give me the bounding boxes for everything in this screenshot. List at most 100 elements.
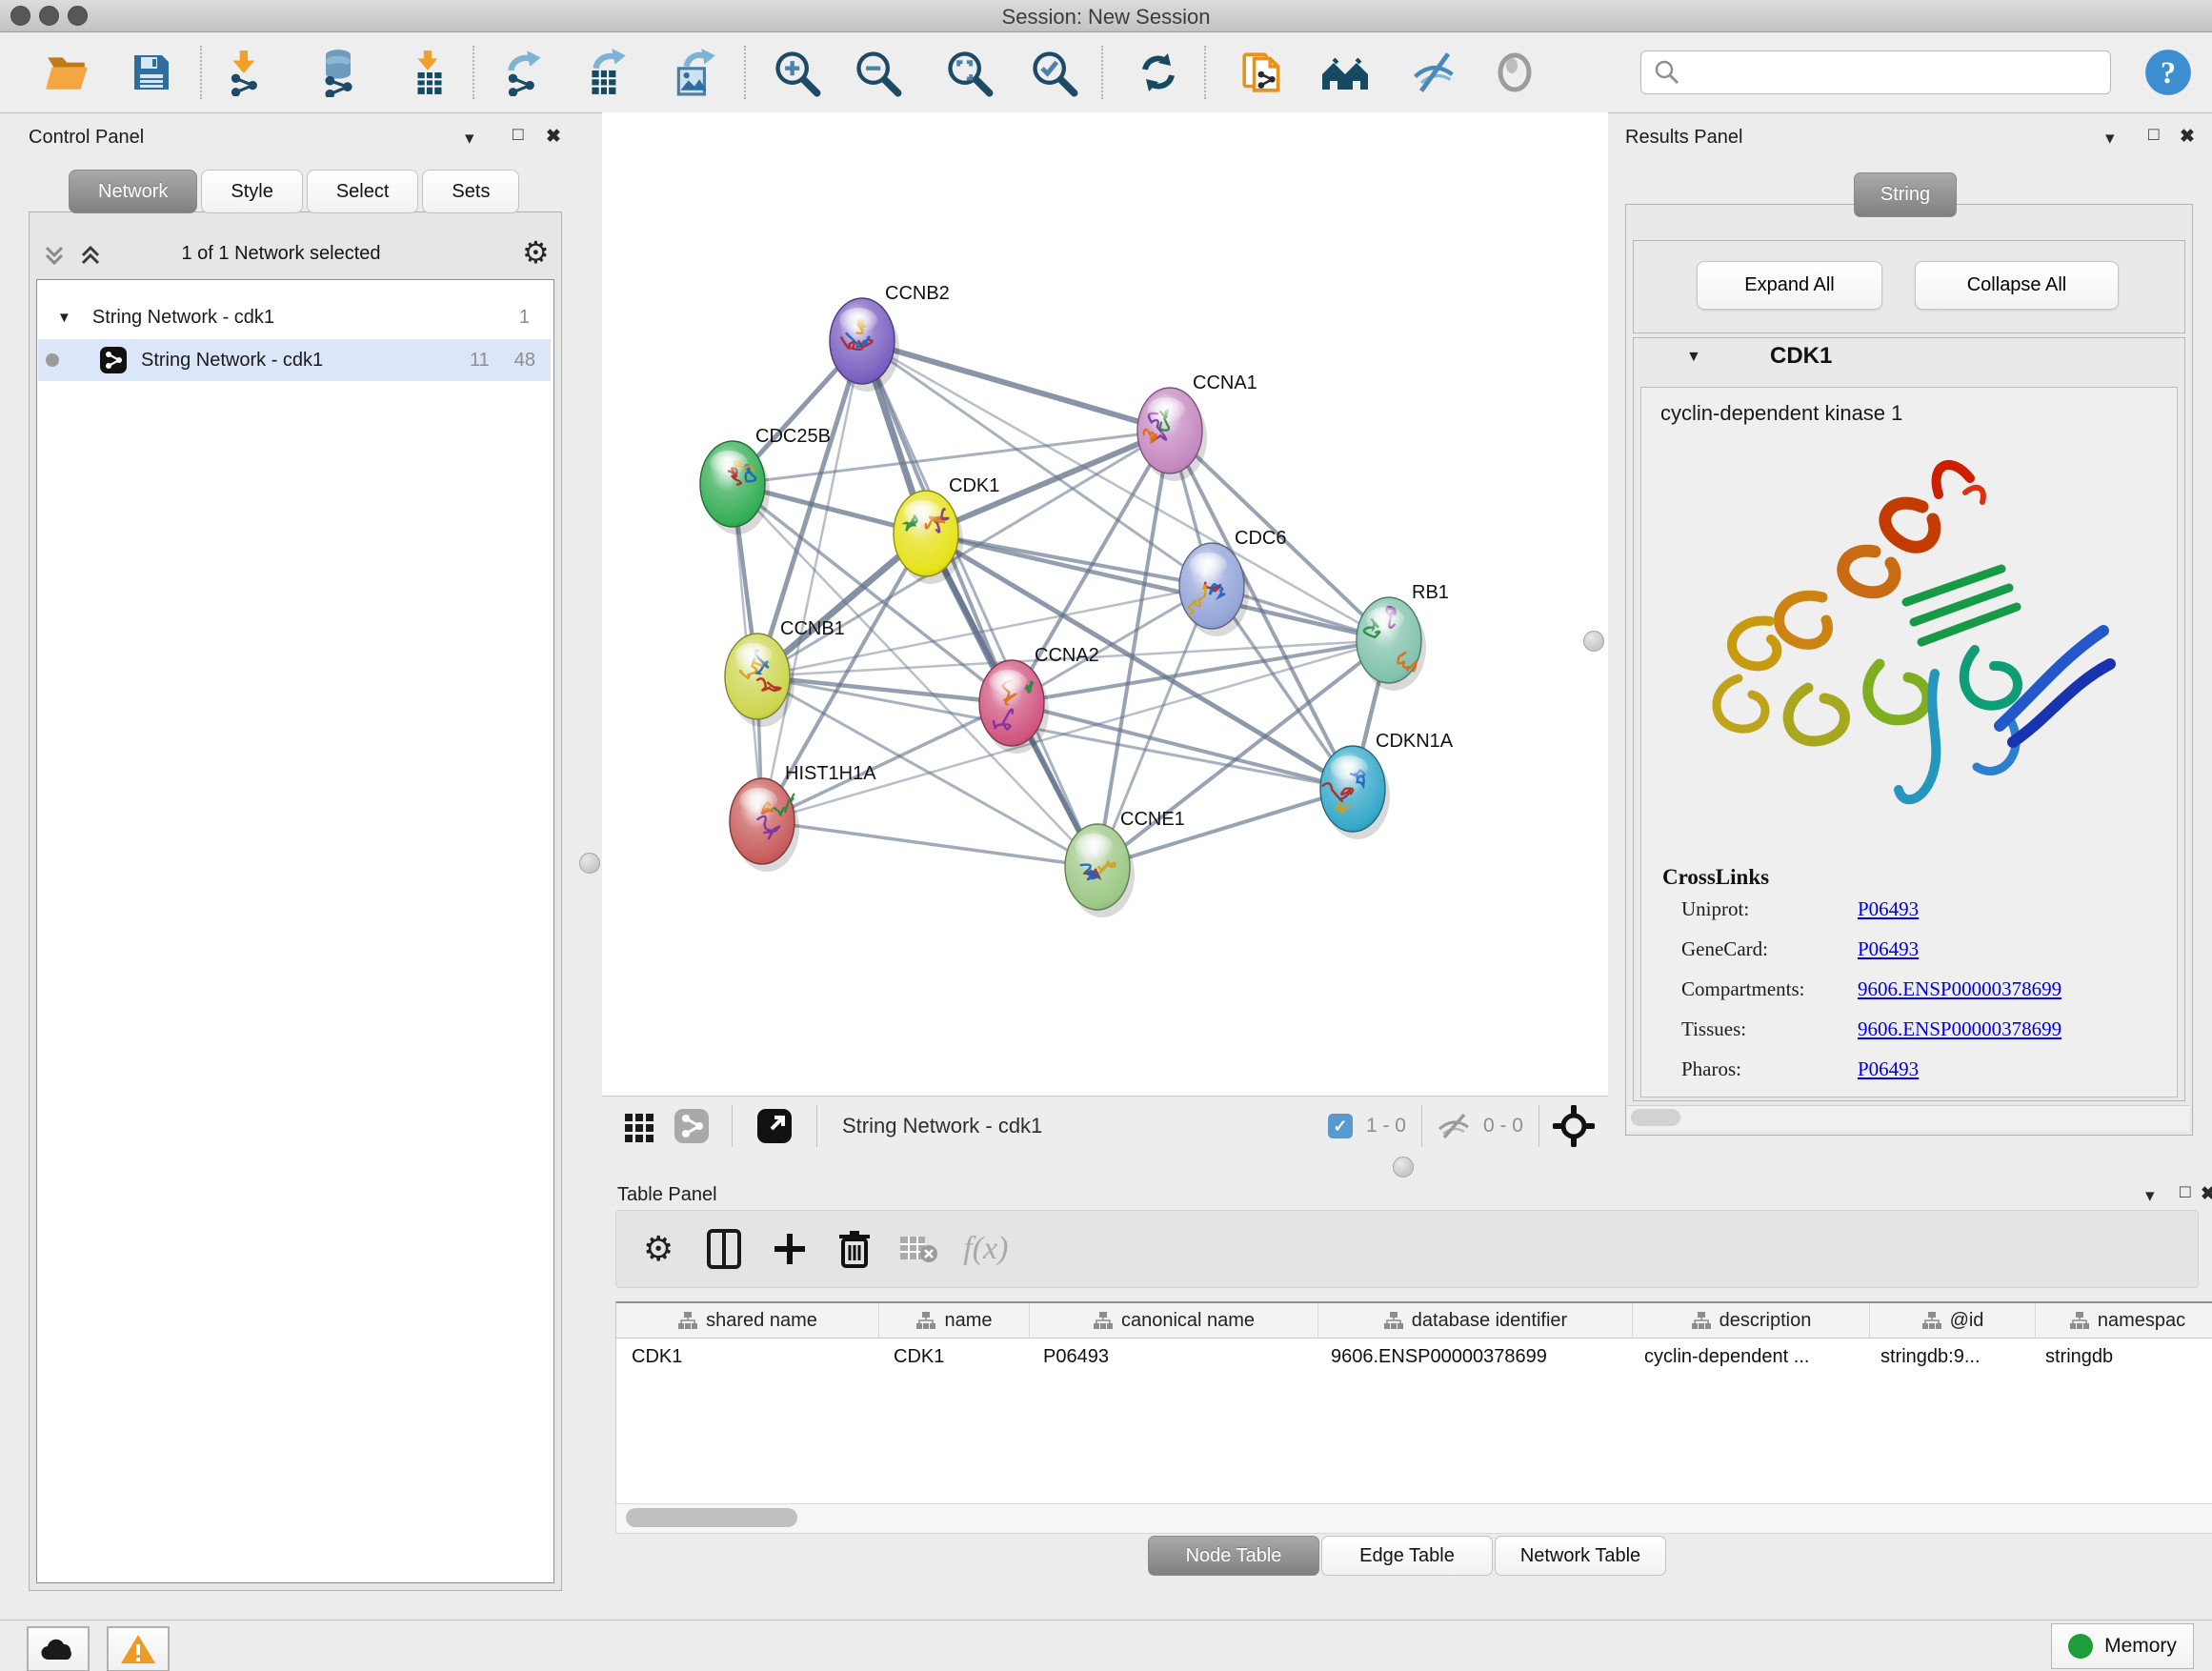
show-hide-icon[interactable] — [1407, 44, 1460, 101]
tab-edge-table[interactable]: Edge Table — [1321, 1536, 1493, 1576]
table-panel-collapse-icon[interactable]: ▾ — [2145, 1185, 2155, 1207]
home-pages-icon[interactable] — [1318, 44, 1372, 101]
detach-view-icon[interactable] — [755, 1107, 794, 1145]
tab-network-table[interactable]: Network Table — [1495, 1536, 1666, 1576]
hidden-node-edge-counts: 0 - 0 — [1483, 1115, 1523, 1137]
network-canvas[interactable]: CCNB2CCNA1CDC25BCDK1CDC6RB1CCNB1CCNA2CDK… — [602, 112, 1608, 1096]
table-panel-close-icon[interactable]: ✖ — [2201, 1183, 2212, 1205]
crosslink-value-link[interactable]: P06493 — [1858, 1057, 1919, 1081]
table-row[interactable]: CDK1CDK1P064939606.ENSP00000378699cyclin… — [616, 1339, 2212, 1375]
refresh-icon[interactable] — [1132, 44, 1185, 101]
network-node-HIST1H1A[interactable]: HIST1H1A — [730, 763, 876, 872]
column-header-namespac[interactable]: namespac — [2036, 1303, 2212, 1339]
save-session-icon[interactable] — [125, 44, 178, 101]
table-cell[interactable]: cyclin-dependent ... — [1629, 1339, 1865, 1375]
network-row[interactable]: String Network - cdk1 11 48 — [38, 339, 551, 381]
collapse-all-button[interactable]: Collapse All — [1915, 261, 2119, 310]
hidden-eye-icon[interactable] — [1436, 1112, 1472, 1140]
vertical-splitter-grip[interactable] — [1583, 631, 1604, 652]
results-hscrollbar[interactable] — [1627, 1105, 2189, 1131]
import-network-from-database-icon[interactable] — [312, 44, 365, 101]
table-hscrollbar-thumb[interactable] — [626, 1508, 797, 1527]
open-session-icon[interactable] — [40, 44, 93, 101]
zoom-in-icon[interactable] — [770, 44, 823, 101]
column-header--id[interactable]: @id — [1870, 1303, 2036, 1339]
grid-view-icon[interactable] — [623, 1110, 655, 1142]
control-panel-collapse-icon[interactable]: ▾ — [465, 128, 474, 150]
warnings-button[interactable] — [107, 1626, 170, 1671]
zoom-fit-icon[interactable] — [942, 44, 995, 101]
collapse-all-networks-icon[interactable] — [40, 240, 69, 275]
gene-expander-icon[interactable]: ▼ — [1686, 349, 1701, 366]
tab-sets[interactable]: Sets — [422, 170, 519, 213]
share-view-icon[interactable] — [673, 1107, 711, 1145]
results-panel-collapse-icon[interactable]: ▾ — [2105, 128, 2115, 150]
network-collection-row[interactable]: ▼ String Network - cdk1 1 — [38, 296, 551, 338]
delete-column-icon[interactable] — [837, 1228, 872, 1270]
network-node-CDC6[interactable]: CDC6 — [1179, 528, 1286, 636]
horizontal-splitter-grip[interactable] — [1393, 1157, 1414, 1178]
network-node-CCNB2[interactable]: CCNB2 — [830, 283, 950, 392]
gene-description: cyclin-dependent kinase 1 — [1660, 401, 2177, 426]
table-panel-float-icon[interactable]: □ — [2180, 1182, 2190, 1203]
birdseye-crosshair-icon[interactable] — [1553, 1105, 1595, 1147]
results-hscrollbar-thumb[interactable] — [1631, 1109, 1680, 1126]
network-graph-svg[interactable]: CCNB2CCNA1CDC25BCDK1CDC6RB1CCNB1CCNA2CDK… — [602, 112, 1608, 1096]
tab-select[interactable]: Select — [307, 170, 419, 213]
crosslink-value-link[interactable]: P06493 — [1858, 897, 1919, 921]
column-header-name[interactable]: name — [879, 1303, 1030, 1339]
export-image-icon[interactable] — [668, 44, 721, 101]
tree-expander-icon[interactable]: ▼ — [57, 310, 71, 326]
show-columns-icon[interactable] — [706, 1228, 742, 1270]
expand-all-button[interactable]: Expand All — [1697, 261, 1882, 310]
control-panel-float-icon[interactable]: □ — [513, 125, 523, 146]
table-cell[interactable]: stringdb:9... — [1865, 1339, 2030, 1375]
crosslink-row: Pharos:P06493 — [1681, 1057, 2177, 1081]
table-cell[interactable]: CDK1 — [616, 1339, 878, 1375]
help-icon[interactable]: ? — [2142, 44, 2195, 101]
share-document-icon[interactable] — [1237, 44, 1291, 101]
zoom-selected-icon[interactable] — [1027, 44, 1080, 101]
table-options-gear-icon[interactable]: ⚙ — [643, 1229, 674, 1269]
vertical-splitter-grip[interactable] — [579, 853, 600, 874]
selected-checkbox-icon[interactable]: ✓ — [1328, 1114, 1353, 1138]
results-panel-close-icon[interactable]: ✖ — [2180, 126, 2195, 148]
node-label-CCNA1: CCNA1 — [1193, 372, 1257, 393]
network-node-CDKN1A[interactable]: CDKN1A — [1320, 731, 1454, 839]
table-cell[interactable]: 9606.ENSP00000378699 — [1316, 1339, 1629, 1375]
crosslink-value-link[interactable]: 9606.ENSP00000378699 — [1858, 977, 2061, 1001]
network-collection-label: String Network - cdk1 — [92, 307, 274, 329]
tab-node-table[interactable]: Node Table — [1148, 1536, 1319, 1576]
tab-style[interactable]: Style — [201, 170, 302, 213]
memory-button[interactable]: Memory — [2051, 1623, 2194, 1669]
cloud-button[interactable] — [27, 1626, 90, 1671]
network-options-gear-icon[interactable]: ⚙ — [522, 234, 550, 271]
preview-icon[interactable] — [1488, 44, 1541, 101]
tab-network[interactable]: Network — [69, 170, 197, 213]
column-header-shared-name[interactable]: shared name — [616, 1303, 879, 1339]
table-hscrollbar[interactable] — [615, 1503, 2212, 1534]
import-table-icon[interactable] — [403, 44, 456, 101]
tab-string[interactable]: String — [1854, 172, 1957, 217]
column-header-canonical-name[interactable]: canonical name — [1030, 1303, 1318, 1339]
network-collection-count: 1 — [519, 307, 530, 329]
crosslink-value-link[interactable]: 9606.ENSP00000378699 — [1858, 1017, 2061, 1041]
column-header-description[interactable]: description — [1633, 1303, 1870, 1339]
export-network-icon[interactable] — [498, 44, 552, 101]
network-node-CCNA1[interactable]: CCNA1 — [1137, 372, 1257, 481]
network-node-CCNE1[interactable]: CCNE1 — [1065, 809, 1185, 917]
table-cell[interactable]: CDK1 — [878, 1339, 1028, 1375]
import-network-icon[interactable] — [220, 44, 273, 101]
export-table-icon[interactable] — [579, 44, 633, 101]
table-cell[interactable]: stringdb — [2030, 1339, 2212, 1375]
crosslink-value-link[interactable]: P06493 — [1858, 937, 1919, 961]
control-panel-close-icon[interactable]: ✖ — [546, 126, 561, 148]
column-header-database-identifier[interactable]: database identifier — [1318, 1303, 1633, 1339]
network-node-RB1[interactable]: RB1 — [1357, 582, 1449, 691]
add-column-icon[interactable] — [771, 1230, 809, 1268]
expand-all-networks-icon[interactable] — [76, 240, 105, 275]
zoom-out-icon[interactable] — [851, 44, 904, 101]
table-cell[interactable]: P06493 — [1028, 1339, 1316, 1375]
results-panel-float-icon[interactable]: □ — [2148, 125, 2159, 146]
search-input[interactable] — [1687, 61, 2110, 85]
